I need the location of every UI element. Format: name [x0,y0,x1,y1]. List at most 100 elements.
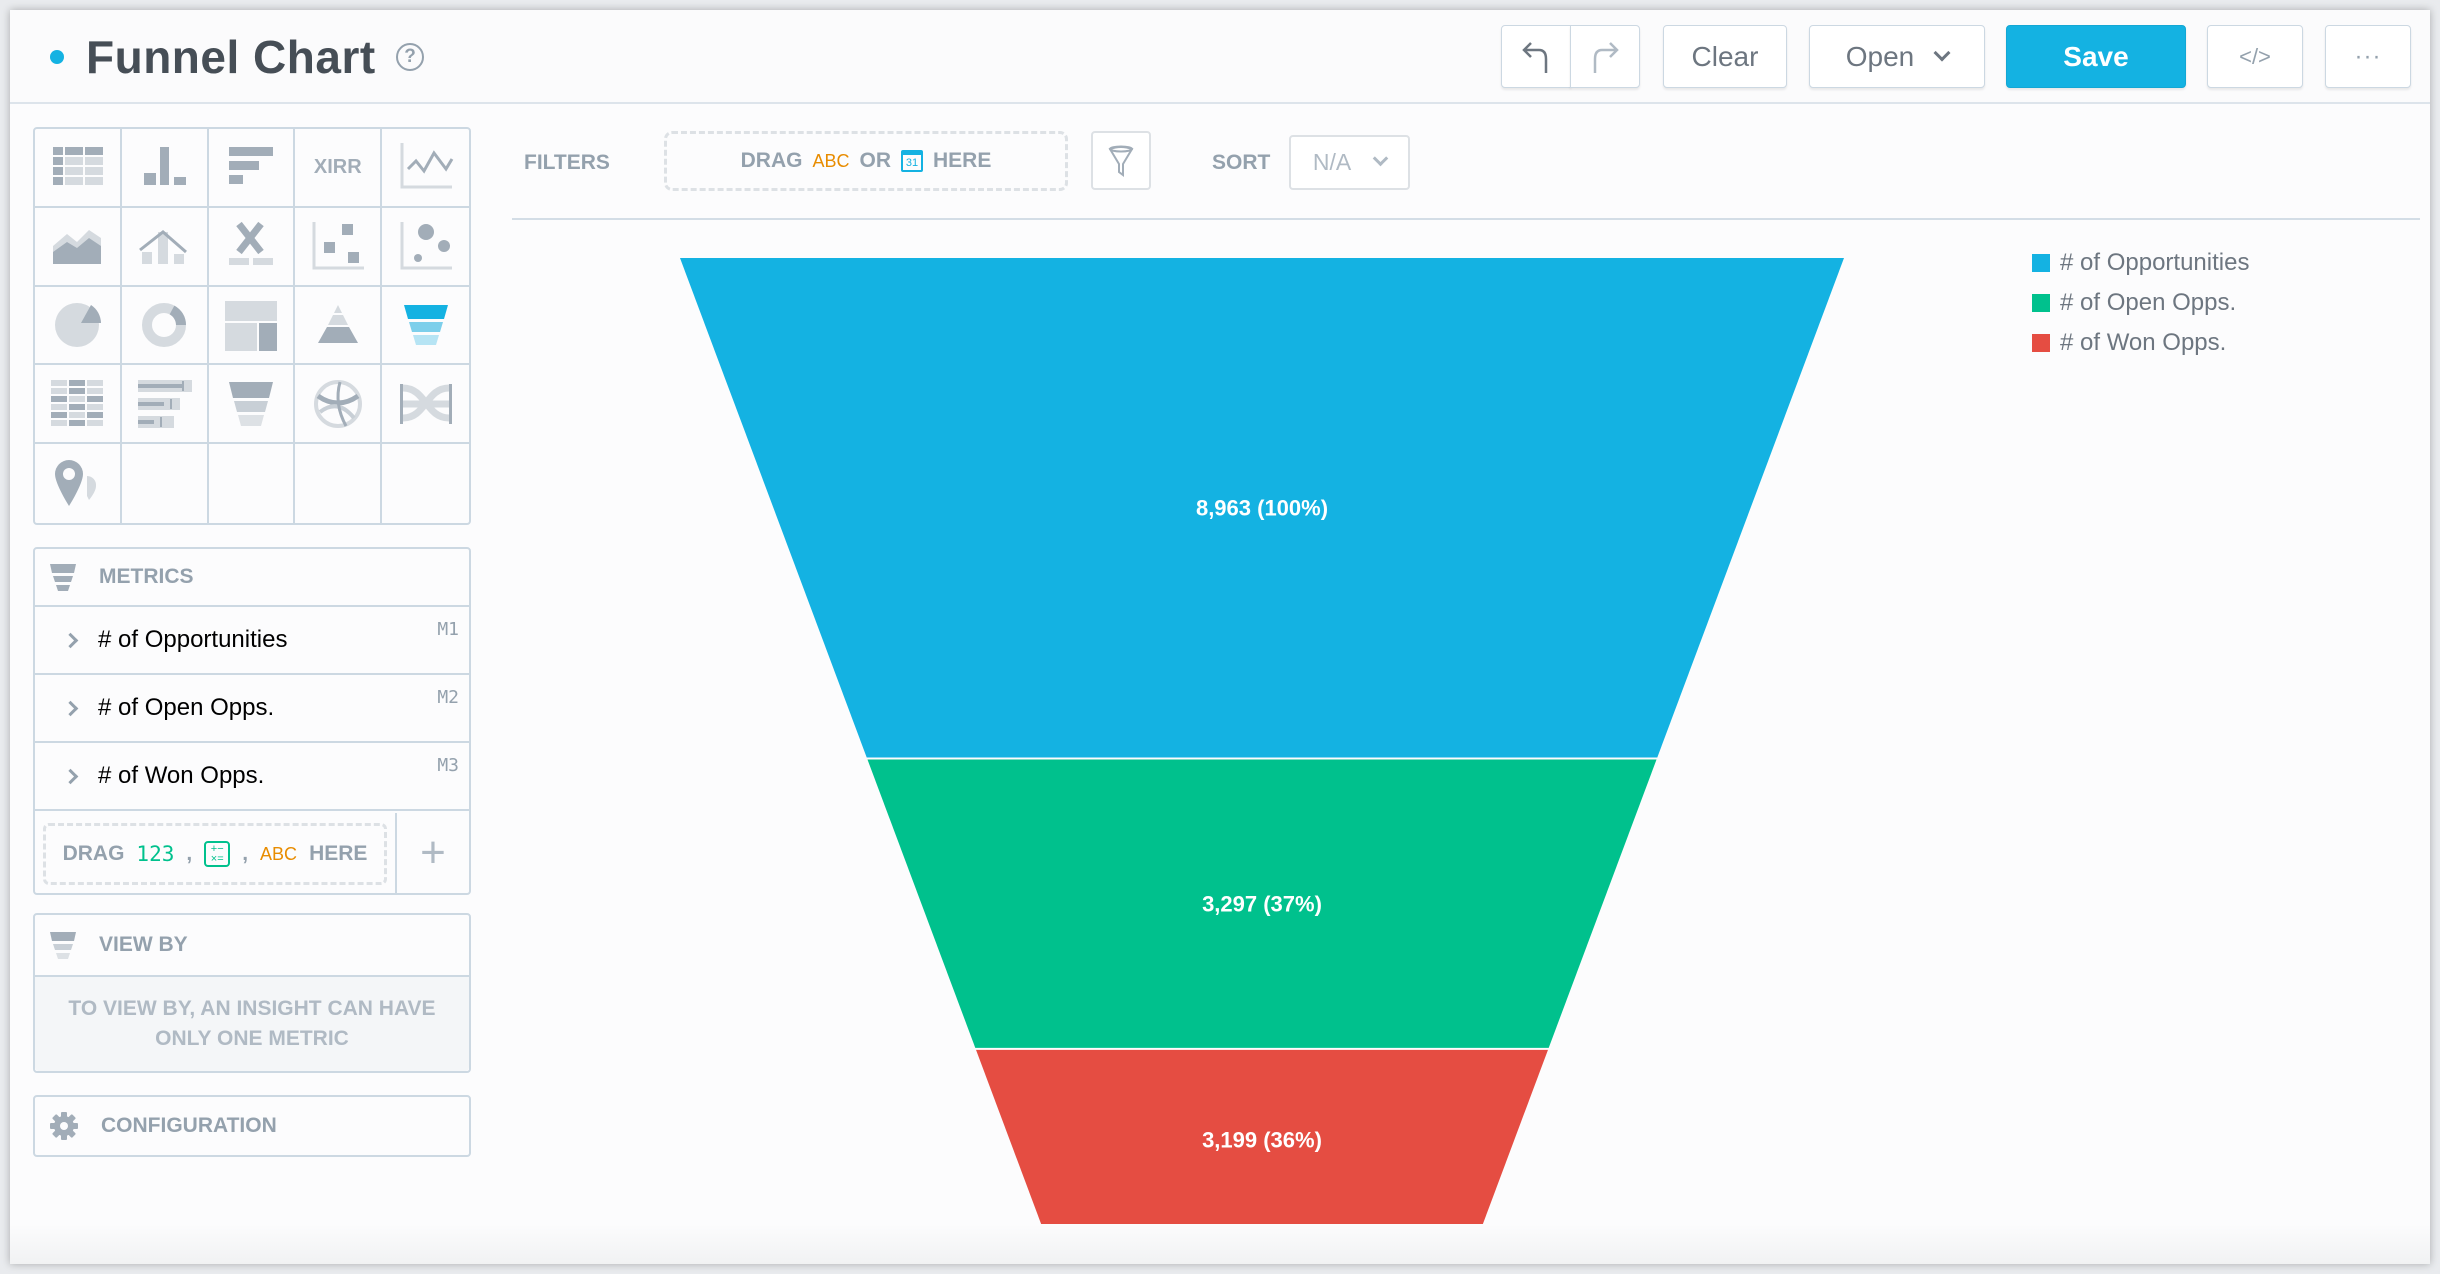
metric-label: # of Opportunities [98,626,288,653]
vis-type-area[interactable] [35,207,122,287]
funnel-data-label: 8,963 (100%) [1196,496,1328,521]
combo-chart-icon [139,230,188,265]
question-circle-icon[interactable]: ? [396,43,424,71]
vis-type-line[interactable] [382,129,469,208]
vis-grid-empty-cell [122,444,209,523]
viewby-title: VIEW BY [99,933,188,956]
chevron-down-icon [1372,150,1389,167]
undo-icon [1522,41,1548,73]
vis-type-bar[interactable] [208,129,296,208]
metrics-title: METRICS [99,565,194,588]
configuration-panel[interactable]: CONFIGURATION [33,1095,471,1157]
bubble-chart-icon [400,222,452,270]
calculated-metric-icon: +− ×= [204,841,231,867]
legend-swatch [2032,294,2050,312]
vis-type-combo[interactable] [121,207,209,287]
vis-type-pie[interactable] [35,286,122,366]
redo-button[interactable] [1570,25,1640,88]
sort-dropdown[interactable]: N/A [1289,135,1410,190]
vis-type-donut[interactable] [121,286,209,366]
drop-here-label: HERE [309,842,368,865]
metric-label: # of Won Opps. [98,762,265,789]
vis-type-table[interactable] [35,129,122,208]
funnel-section-icon [50,932,76,959]
funnel-chart-icon [403,304,448,345]
funnel-section-icon [50,564,76,591]
drop-or-label: OR [859,149,892,172]
chevron-right-icon[interactable] [62,700,79,716]
vis-type-bullet[interactable] [121,365,209,445]
metric-id: M2 [437,687,459,708]
vis-type-headline-xirr[interactable]: XIRR [295,129,383,208]
vis-grid-empty-cell [382,444,469,523]
open-button[interactable]: Open [1809,25,1985,88]
vis-type-pyramid[interactable] [295,286,383,366]
configuration-title: CONFIGURATION [101,1114,277,1137]
filter-bar-divider [512,218,2420,220]
visualization-type-picker: XIRR [33,127,471,525]
funnel-gray-icon [228,381,273,426]
bullet-chart-icon [138,379,193,428]
insight-title[interactable]: Funnel Chart [86,30,376,84]
vis-type-sankey[interactable] [382,365,469,445]
chevron-down-icon [1933,44,1951,61]
legend-item[interactable]: # of Open Opps. [2032,283,2249,323]
chevron-right-icon[interactable] [62,768,79,784]
line-chart-icon [400,143,453,189]
area-chart-icon [53,230,102,265]
separator: , [186,842,193,865]
heatmap-icon [51,379,104,426]
undo-button[interactable] [1501,25,1571,88]
column-chart-icon [144,147,187,186]
vis-type-treemap[interactable] [208,286,296,366]
chart-legend: # of Opportunities # of Open Opps. # of … [2032,243,2249,363]
open-button-label: Open [1845,40,1915,72]
configuration-panel-header[interactable]: CONFIGURATION [35,1097,469,1155]
filters-drop-zone[interactable]: DRAG ABC OR 31 HERE [664,131,1068,191]
metric-item[interactable]: # of Won Opps. M3 [35,743,469,811]
gear-icon [50,1112,78,1140]
map-pin-icon [55,459,97,506]
attribute-tag-icon: ABC [260,843,298,864]
legend-item[interactable]: # of Opportunities [2032,243,2249,283]
headline-icon [228,222,273,266]
vis-type-funnel[interactable] [382,287,469,366]
header: Funnel Chart ? Clear Open Save </> ··· [10,10,2430,104]
metrics-drop-zone[interactable]: DRAG 123 , +− ×= , ABC HERE [43,823,387,885]
legend-label: # of Won Opps. [2060,329,2227,356]
vis-type-headline[interactable] [208,207,296,287]
scatter-plot-icon [312,222,364,270]
metric-item[interactable]: # of Opportunities M1 [35,607,469,675]
vis-type-dependency-wheel[interactable] [295,365,383,445]
treemap-icon [224,300,277,351]
vis-grid-empty-cell [295,444,383,523]
clear-button[interactable]: Clear [1663,25,1787,88]
vis-type-bubble[interactable] [382,208,469,287]
drop-drag-label: DRAG [62,842,125,865]
measure-value-filter-button[interactable] [1091,131,1151,190]
sort-value: N/A [1312,149,1352,175]
add-metric-button[interactable]: + [395,813,469,893]
metric-item[interactable]: # of Open Opps. M2 [35,675,469,743]
vis-grid-empty-cell [209,444,296,523]
legend-label: # of Opportunities [2060,249,2250,276]
metric-label: # of Open Opps. [98,694,275,721]
viewby-panel-header: VIEW BY [35,915,469,977]
numeric-tag-icon: 123 [136,842,175,866]
more-options-button[interactable]: ··· [2325,25,2411,88]
vis-type-waterfall-funnel[interactable] [208,365,296,445]
drop-drag-label: DRAG [740,149,803,172]
legend-swatch [2032,334,2050,352]
analytical-designer-window: Funnel Chart ? Clear Open Save </> ··· X… [10,10,2430,1264]
pie-chart-icon [55,302,102,347]
metric-id: M1 [437,619,459,640]
vis-type-geo-pushpin[interactable] [35,444,122,523]
legend-item[interactable]: # of Won Opps. [2032,323,2249,363]
chevron-right-icon[interactable] [62,632,79,648]
vis-type-column[interactable] [121,129,209,208]
metrics-panel-header: METRICS [35,549,469,607]
vis-type-heatmap[interactable] [35,365,122,445]
embed-code-button[interactable]: </> [2207,25,2303,88]
vis-type-scatter[interactable] [295,207,383,287]
save-button[interactable]: Save [2006,25,2186,88]
